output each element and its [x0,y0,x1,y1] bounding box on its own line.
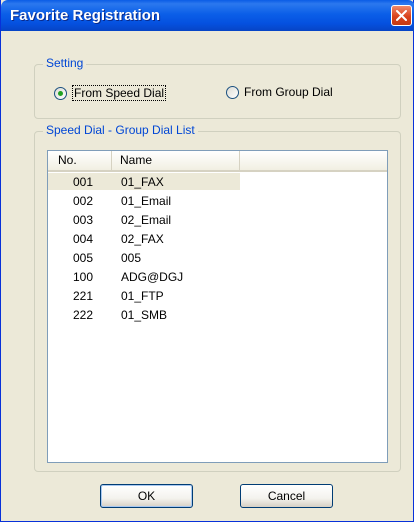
column-header-name[interactable]: Name [112,151,240,170]
row-name: 01_FAX [121,175,164,189]
row-name: 01_Email [121,194,172,208]
row-number: 222 [73,308,94,322]
row-number: 221 [73,289,94,303]
window-title: Favorite Registration [10,7,161,24]
list-row[interactable]: 100 ADG@DGJ [48,267,387,286]
row-number: 001 [73,175,94,189]
list-row[interactable]: 222 01_SMB [48,305,387,324]
row-number: 004 [73,232,94,246]
title-bar[interactable]: Favorite Registration [1,0,414,31]
row-name: 01_SMB [121,308,168,322]
setting-groupbox: Setting From Speed Dial From Group Dial [34,56,401,119]
list-row[interactable]: 005 005 [48,248,387,267]
list-row[interactable]: 002 01_Email [48,191,387,210]
close-icon [396,10,407,21]
list-row[interactable]: 003 02_Email [48,210,387,229]
close-button[interactable] [391,5,412,26]
list-row[interactable]: 001 01_FAX [48,172,387,191]
radio-selected-indicator [54,86,67,100]
list-header: No. Name [48,151,387,172]
dial-list-group-label: Speed Dial - Group Dial List [43,123,198,137]
row-number: 002 [73,194,94,208]
from-speed-dial-radio[interactable]: From Speed Dial [54,85,167,101]
radio-unselected-indicator [226,85,239,99]
setting-group-label: Setting [43,56,87,70]
row-name: 01_FTP [121,289,164,303]
row-name: 005 [121,251,142,265]
column-header-no[interactable]: No. [48,151,112,170]
row-number: 005 [73,251,94,265]
row-name: 02_Email [121,213,172,227]
cancel-button[interactable]: Cancel [240,484,333,508]
row-name: 02_FAX [121,232,164,246]
dial-list-groupbox: Speed Dial - Group Dial List No. Name 00… [34,123,401,472]
list-row[interactable]: 221 01_FTP [48,286,387,305]
dialog-window: Favorite Registration Setting From Speed… [0,0,414,522]
ok-button[interactable]: OK [100,484,193,508]
from-group-dial-radio[interactable]: From Group Dial [226,85,333,99]
list-row[interactable]: 004 02_FAX [48,229,387,248]
dial-list-view[interactable]: No. Name 001 01_FAX 002 01_Email 003 02_Ema… [47,150,388,463]
row-number: 003 [73,213,94,227]
from-speed-dial-label: From Speed Dial [72,85,167,101]
radio-dot [58,90,63,96]
list-rows: 001 01_FAX 002 01_Email 003 02_Email 004 02_… [48,172,387,324]
row-name: ADG@DGJ [121,270,184,284]
from-group-dial-label: From Group Dial [244,85,333,99]
row-number: 100 [73,270,94,284]
